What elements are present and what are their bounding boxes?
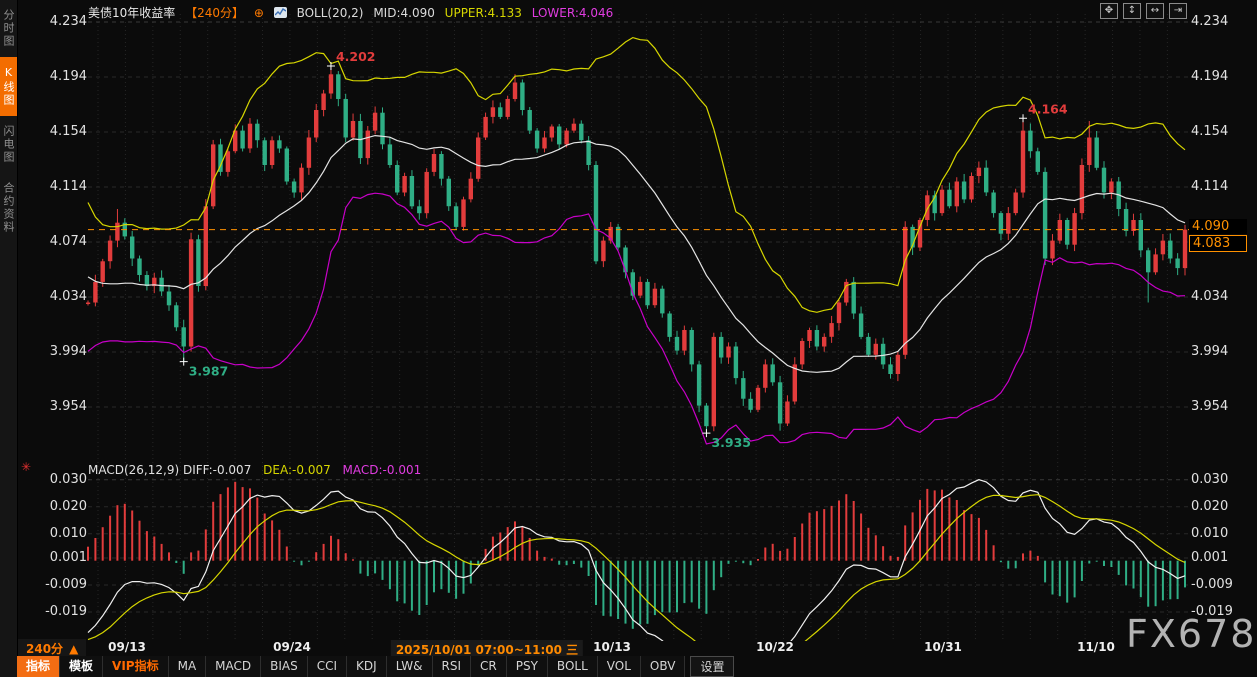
macd-hist-value: MACD:-0.001 <box>343 463 422 477</box>
macd-tick-left: 0.010 <box>43 526 87 541</box>
add-indicator-icon[interactable]: ⊕ <box>254 6 264 20</box>
price-tick-right: 3.954 <box>1191 399 1235 414</box>
macd-tick-left: 0.030 <box>43 472 87 487</box>
price-tick-left: 4.074 <box>43 234 87 249</box>
toolbar-item-KDJ[interactable]: KDJ <box>347 656 387 677</box>
toolbar-item-MA[interactable]: MA <box>169 656 207 677</box>
macd-tick-right: 0.030 <box>1191 472 1235 487</box>
period-tag: 【240分】 <box>185 6 244 20</box>
price-tick-left: 4.234 <box>43 14 87 29</box>
trading-terminal: 分时图K线图闪电图合约资料 4.202 3.987 4.164 3.935 美债10年… <box>0 0 1257 677</box>
boll-lower-value: LOWER:4.046 <box>532 6 614 20</box>
y-scale-icon[interactable]: ↕ <box>1123 3 1141 19</box>
time-axis-label: 09/13 <box>108 640 146 654</box>
macd-tick-left: 0.020 <box>43 499 87 514</box>
reference-price-label: 4.090 <box>1189 219 1247 234</box>
indicator-toolbar: 指标模板VIP指标MAMACDBIASCCIKDJLW&RSICRPSYBOLL… <box>17 656 734 677</box>
boll-label: BOLL(20,2) <box>297 6 364 20</box>
toolbar-item-PSY[interactable]: PSY <box>507 656 548 677</box>
toolbar-item-VIP指标[interactable]: VIP指标 <box>103 656 169 677</box>
toolbar-item-LW&[interactable]: LW& <box>387 656 433 677</box>
price-tick-left: 3.954 <box>43 399 87 414</box>
time-axis-label: 10/31 <box>924 640 962 654</box>
boll-upper-value: UPPER:4.133 <box>445 6 522 20</box>
indicator-settings-icon[interactable]: ✳ <box>21 460 31 474</box>
chart-type-icon[interactable] <box>274 7 287 18</box>
macd-diff-value: MACD(26,12,9) DIFF:-0.007 <box>88 463 251 477</box>
toolbar-item-CCI[interactable]: CCI <box>308 656 347 677</box>
instrument-title: 美债10年收益率 <box>88 6 175 20</box>
boll-mid-value: MID:4.090 <box>373 6 435 20</box>
price-tick-left: 4.194 <box>43 69 87 84</box>
macd-tick-left: 0.001 <box>43 550 87 565</box>
toolbar-item-BIAS[interactable]: BIAS <box>261 656 308 677</box>
toolbar-item-模板[interactable]: 模板 <box>60 656 103 677</box>
macd-tick-left: -0.009 <box>43 577 87 592</box>
price-tick-left: 4.114 <box>43 179 87 194</box>
sidebar-item-3[interactable]: 合约资料 <box>0 173 17 243</box>
time-axis-label: 09/24 <box>273 640 311 654</box>
sidebar-item-1[interactable]: K线图 <box>0 57 17 116</box>
svg-text:3.935: 3.935 <box>711 435 751 450</box>
chart-mode-sidebar: 分时图K线图闪电图合约资料 <box>0 0 18 677</box>
toolbar-item-VOL[interactable]: VOL <box>598 656 641 677</box>
toolbar-item-指标[interactable]: 指标 <box>17 656 60 677</box>
svg-text:4.164: 4.164 <box>1028 101 1068 116</box>
price-tick-right: 4.154 <box>1191 124 1235 139</box>
chart-canvas[interactable]: 4.202 3.987 4.164 3.935 <box>0 0 1257 677</box>
period-label: 240分 <box>26 642 63 656</box>
sidebar-item-2[interactable]: 闪电图 <box>0 116 17 173</box>
toolbar-item-设置[interactable]: 设置 <box>690 656 734 677</box>
sidebar-item-0[interactable]: 分时图 <box>0 0 17 57</box>
time-axis-label: 11/10 <box>1077 640 1115 654</box>
price-tick-right: 4.034 <box>1191 289 1235 304</box>
toolbar-item-RSI[interactable]: RSI <box>433 656 472 677</box>
time-axis-label: 10/22 <box>756 640 794 654</box>
toolbar-item-MACD[interactable]: MACD <box>206 656 261 677</box>
svg-text:4.202: 4.202 <box>336 49 376 64</box>
chart-tools: ✥ ↕ ↔ ⇥ <box>1100 3 1187 19</box>
svg-text:3.987: 3.987 <box>189 364 229 379</box>
macd-legend: MACD(26,12,9) DIFF:-0.007 DEA:-0.007 MAC… <box>88 463 429 477</box>
goto-latest-icon[interactable]: ⇥ <box>1169 3 1187 19</box>
price-tick-right: 4.194 <box>1191 69 1235 84</box>
last-price-label: 4.083 <box>1189 235 1247 252</box>
time-axis-label: 10/13 <box>593 640 631 654</box>
toolbar-item-OBV[interactable]: OBV <box>641 656 686 677</box>
toolbar-item-BOLL[interactable]: BOLL <box>548 656 598 677</box>
price-tick-right: 3.994 <box>1191 344 1235 359</box>
period-arrow-icon: ▲ <box>69 642 78 656</box>
macd-dea-value: DEA:-0.007 <box>263 463 331 477</box>
macd-tick-right: 0.010 <box>1191 526 1235 541</box>
price-tick-right: 4.234 <box>1191 14 1235 29</box>
price-tick-left: 4.154 <box>43 124 87 139</box>
macd-tick-left: -0.019 <box>43 604 87 619</box>
macd-tick-right: -0.019 <box>1191 604 1235 619</box>
macd-tick-right: -0.009 <box>1191 577 1235 592</box>
macd-tick-right: 0.001 <box>1191 550 1235 565</box>
price-tick-left: 4.034 <box>43 289 87 304</box>
toolbar-item-CR[interactable]: CR <box>471 656 507 677</box>
price-tick-left: 3.994 <box>43 344 87 359</box>
x-scale-icon[interactable]: ↔ <box>1146 3 1164 19</box>
macd-tick-right: 0.020 <box>1191 499 1235 514</box>
price-tick-right: 4.114 <box>1191 179 1235 194</box>
pan-tool-icon[interactable]: ✥ <box>1100 3 1118 19</box>
chart-legend: 美债10年收益率 【240分】 ⊕ BOLL(20,2) MID:4.090 U… <box>88 4 619 21</box>
